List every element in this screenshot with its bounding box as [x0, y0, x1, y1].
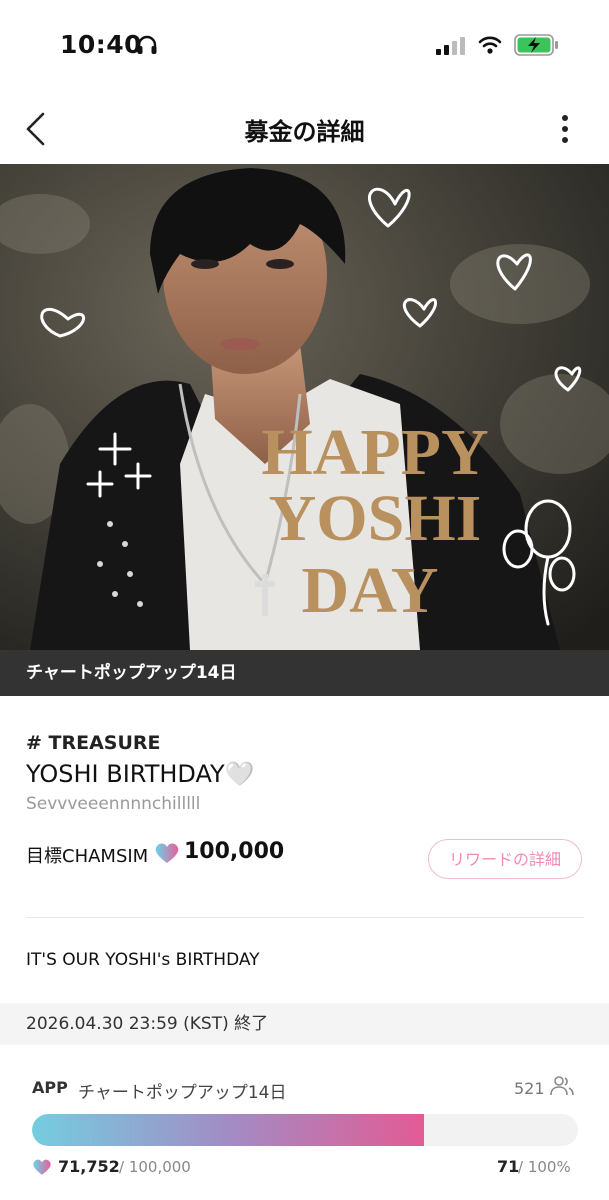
campaign-banner-image: HAPPY YOSHI DAY [0, 164, 609, 650]
battery-charging-icon [514, 34, 560, 60]
progress-bar [32, 1114, 578, 1146]
goal-total: / 100,000 [119, 1158, 191, 1176]
vertical-dots-icon [562, 115, 568, 143]
more-options-button[interactable] [552, 112, 578, 146]
goal-amount: 100,000 [184, 839, 285, 864]
hero-overlay-line-2: YOSHI [269, 482, 482, 555]
progress-chart-name: チャートポップアップ14日 [78, 1083, 287, 1103]
progress-count: 71 [497, 1157, 520, 1176]
wifi-icon [478, 35, 502, 59]
headphones-icon [136, 35, 158, 59]
progress-section: APP チャートポップアップ14日 521 71,752 / 100,000 7… [0, 1060, 609, 1200]
people-icon [550, 1075, 574, 1101]
campaign-author[interactable]: Sevvveeennnnchilllll [26, 794, 586, 814]
campaign-description: IT'S OUR YOSHI's BIRTHDAY [26, 950, 260, 970]
participant-count: 521 [514, 1079, 545, 1098]
goal-label: 目標CHAMSIM [26, 846, 149, 867]
hero-overlay-line-3: DAY [302, 554, 439, 627]
artist-tag[interactable]: # TREASURE [26, 732, 586, 754]
platform-tag: APP [32, 1078, 68, 1097]
raised-amount: 71,752 [58, 1157, 120, 1176]
deadline: 2026.04.30 23:59 (KST) 終了 [0, 1003, 609, 1045]
navigation-bar: 募金の詳細 [0, 96, 609, 162]
progress-percent-label: / 100% [518, 1158, 571, 1176]
reward-details-button[interactable]: リワードの詳細 [428, 839, 582, 879]
status-time: 10:40 [60, 30, 143, 59]
campaign-info: # TREASURE YOSHI BIRTHDAY🤍 Sevvveeennnnc… [26, 732, 586, 814]
divider [26, 917, 584, 918]
hero-overlay-line-1: HAPPY [261, 416, 488, 489]
chamsim-heart-icon [32, 1158, 52, 1180]
page-title: 募金の詳細 [244, 118, 365, 146]
chamsim-heart-icon [154, 842, 180, 868]
signal-icon [436, 37, 466, 59]
campaign-title: YOSHI BIRTHDAY🤍 [26, 760, 255, 788]
progress-bar-fill [32, 1114, 424, 1146]
banner-caption: チャートポップアップ14日 [0, 650, 609, 696]
status-bar: 10:40 [0, 0, 609, 90]
